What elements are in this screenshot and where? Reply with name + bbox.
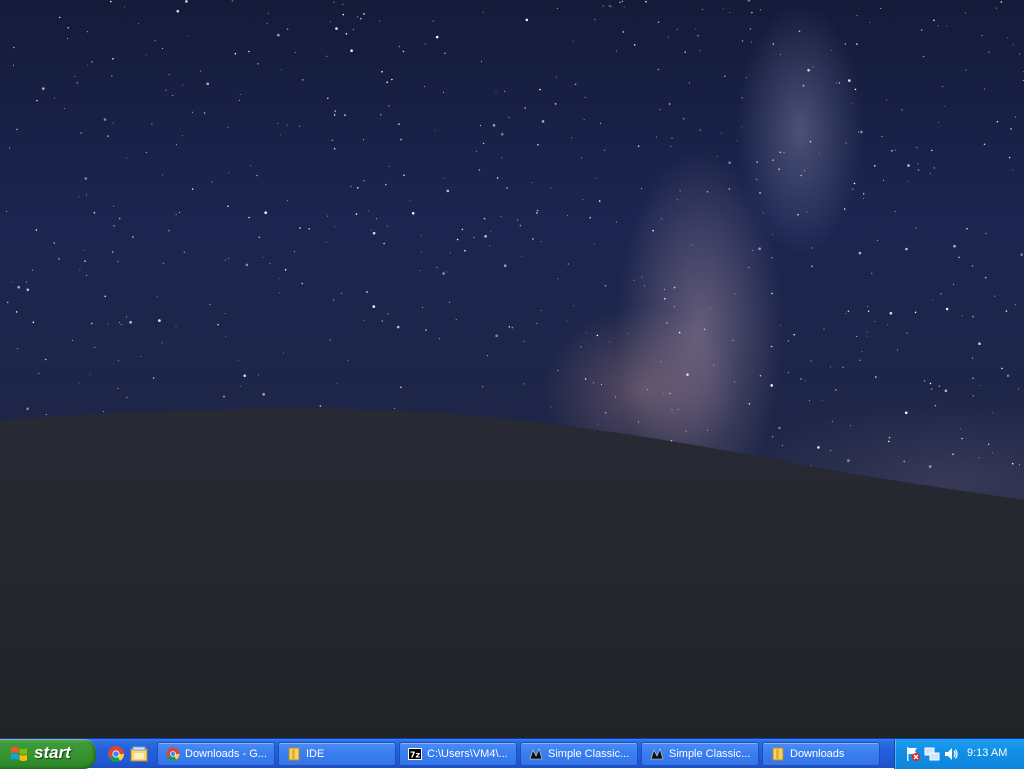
hill: [0, 408, 1024, 738]
7zip-icon: 7z: [408, 747, 422, 761]
start-button[interactable]: start: [0, 739, 96, 769]
folder-icon: [287, 747, 301, 761]
taskbar-button-3[interactable]: 7z C:\Users\VM4\...: [399, 742, 517, 766]
desktop[interactable]: [0, 0, 1024, 738]
taskbar-button-label: Downloads - G...: [185, 748, 267, 760]
taskbar-button-6[interactable]: Downloads: [762, 742, 880, 766]
clock[interactable]: 9:13 AM: [967, 747, 1007, 759]
flag-icon[interactable]: [905, 746, 921, 762]
chrome-icon: [166, 747, 180, 761]
start-label: start: [34, 743, 71, 762]
svg-text:7z: 7z: [410, 751, 421, 760]
network-icon[interactable]: [924, 746, 940, 762]
app-icon: [650, 747, 664, 761]
taskbar-button-1[interactable]: Downloads - G...: [157, 742, 275, 766]
explorer-icon[interactable]: [130, 745, 148, 763]
volume-icon[interactable]: [943, 746, 959, 762]
taskbar-button-4[interactable]: Simple Classic...: [520, 742, 638, 766]
taskbar-button-label: IDE: [306, 748, 325, 760]
taskbar-button-label: C:\Users\VM4\...: [427, 748, 508, 760]
chrome-icon[interactable]: [107, 745, 125, 763]
taskbar-button-label: Downloads: [790, 748, 845, 760]
windows-logo-icon: [11, 746, 27, 762]
taskbar-button-5[interactable]: Simple Classic...: [641, 742, 759, 766]
app-icon: [529, 747, 543, 761]
taskbar: start Downloads - G... IDE 7z C:\Users\VM4\…: [0, 738, 1024, 769]
system-tray: 9:13 AM: [894, 739, 1024, 769]
taskbar-button-2[interactable]: IDE: [278, 742, 396, 766]
taskbar-button-label: Simple Classic...: [548, 748, 630, 760]
taskbar-button-label: Simple Classic...: [669, 748, 751, 760]
folder-icon: [771, 747, 785, 761]
